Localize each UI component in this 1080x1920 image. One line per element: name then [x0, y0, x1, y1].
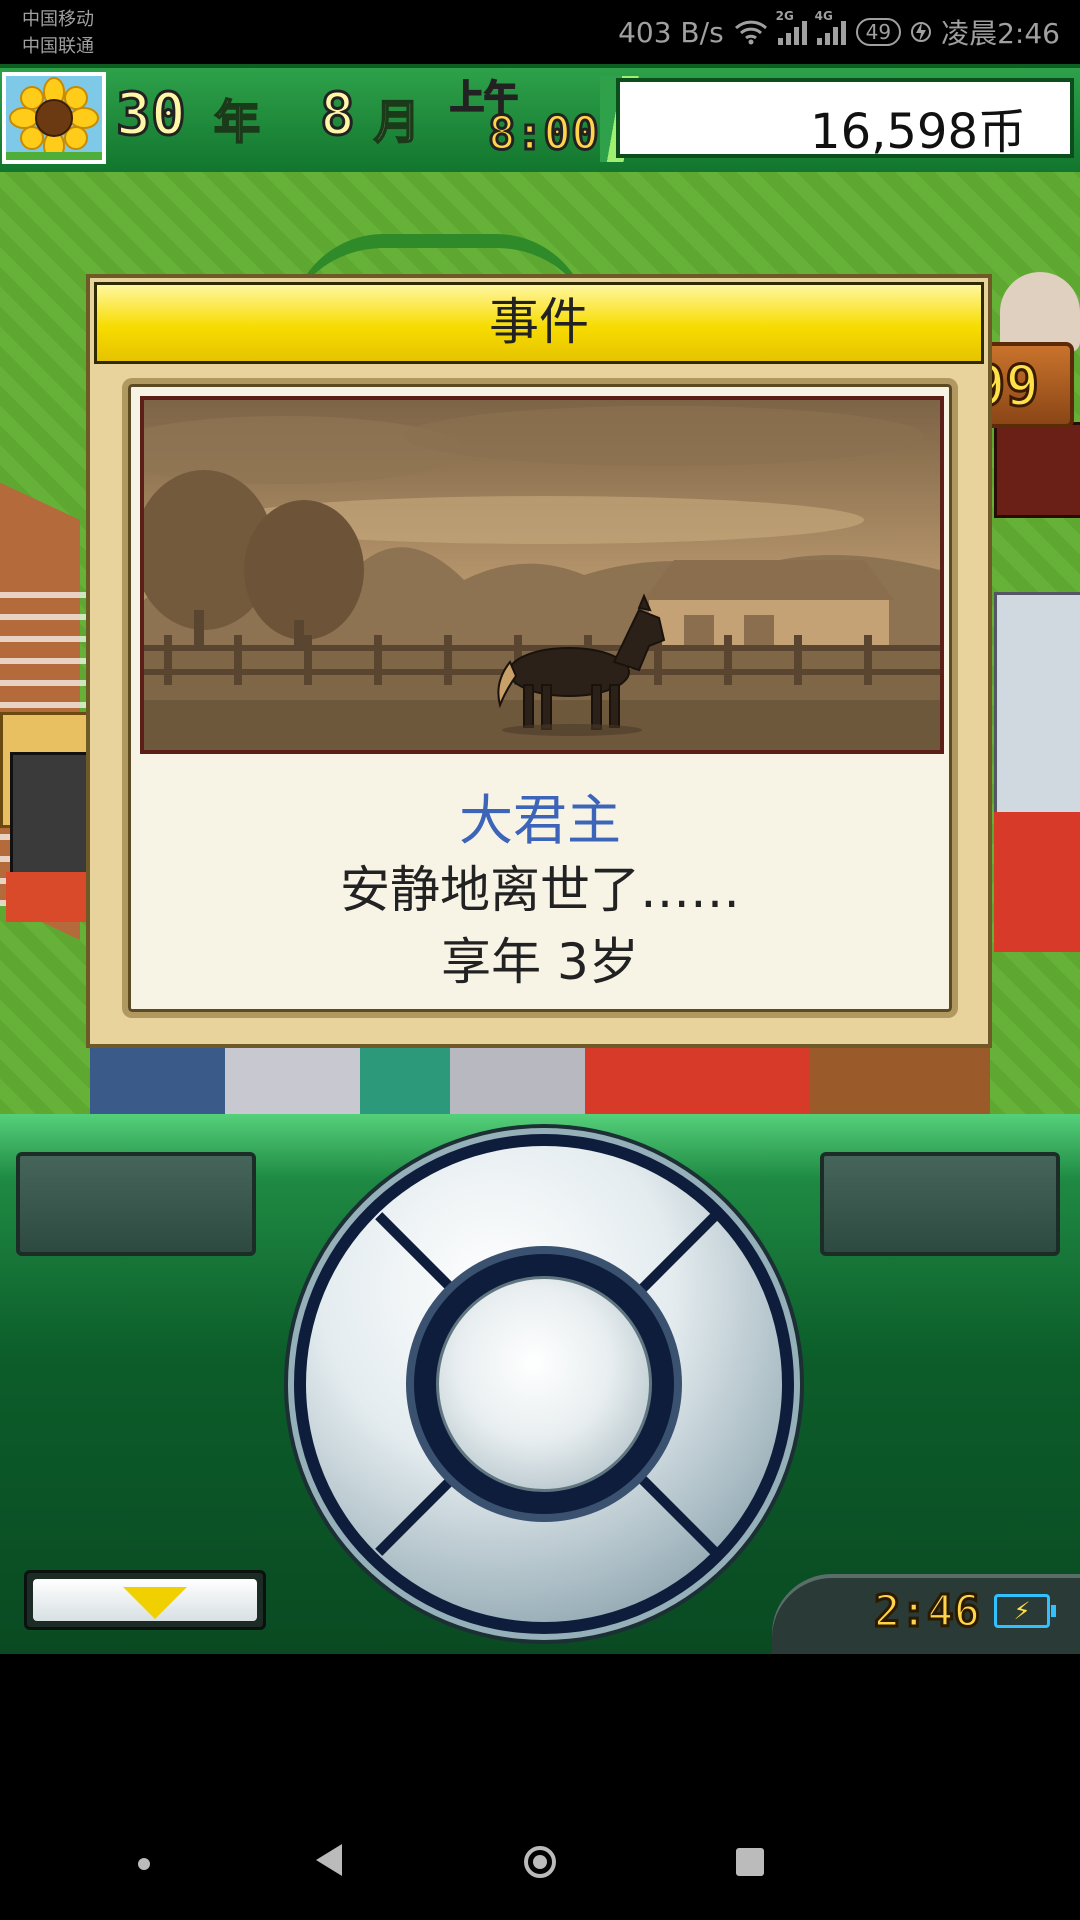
game-header: 30 年 8 月 上午 8:00 16,598币 [0, 64, 1080, 176]
left-soft-button[interactable] [16, 1152, 256, 1256]
menu-toggle-button[interactable] [24, 1570, 266, 1630]
recent-apps-icon[interactable] [736, 1848, 764, 1876]
event-message-line-2: 享年 3岁 [441, 933, 639, 991]
horse-name: 大君主 [459, 789, 621, 852]
device-clock: 2:46 [873, 1585, 982, 1639]
directional-pad[interactable] [294, 1134, 794, 1634]
year-value: 30 [115, 79, 188, 150]
carrier-labels: 中国移动 中国联通 [22, 6, 94, 60]
money-display: 16,598币 [616, 78, 1074, 160]
sepia-horse-illustration [140, 396, 944, 754]
signal-icon-sim1: 2G [776, 9, 807, 45]
jockey-rider [994, 422, 1080, 518]
event-dialog[interactable]: 事件 大君主 安静地离世了…… 享年 3岁 [86, 274, 992, 1048]
sim1-type: 2G [775, 9, 794, 23]
game-time: 8:00 [487, 105, 601, 162]
nav-dot-icon[interactable] [138, 1858, 150, 1870]
wifi-icon [734, 20, 767, 45]
dialog-content: 大君主 安静地离世了…… 享年 3岁 [122, 378, 958, 1018]
battery-indicator: 49 [855, 18, 902, 46]
dpad-hub [414, 1254, 674, 1514]
dpad-center-button[interactable] [436, 1276, 652, 1492]
right-soft-button[interactable] [820, 1152, 1060, 1256]
red-benches [6, 872, 86, 922]
sunflower-season-icon[interactable] [2, 72, 106, 164]
status-right: 403 B/s 2G 4G 49 凌晨2:46 [618, 9, 1060, 52]
year-unit: 年 [213, 94, 261, 150]
town-strip [90, 1048, 990, 1118]
status-bar: 中国移动 中国联通 403 B/s 2G 4G 49 凌晨2:46 [0, 0, 1080, 64]
signal-icon-sim2: 4G [815, 9, 846, 45]
carrier-1: 中国移动 [22, 9, 94, 30]
virtual-controller: 2:46 ⚡ [0, 1114, 1080, 1654]
system-nav-bar [0, 1654, 1080, 1920]
menu-button-face [33, 1579, 257, 1621]
sim2-type: 4G [814, 9, 833, 23]
carrier-2: 中国联通 [22, 36, 94, 57]
event-message-line-1: 安静地离世了…… [340, 861, 740, 919]
charging-icon [911, 22, 932, 42]
network-speed: 403 B/s [618, 15, 724, 49]
money-value: 16,598币 [810, 104, 1026, 160]
month-unit: 月 [373, 94, 421, 150]
dialog-title: 事件 [94, 282, 984, 364]
red-roof-right [994, 812, 1080, 952]
status-clock: 凌晨2:46 [941, 17, 1060, 50]
battery-charging-icon: ⚡ [994, 1594, 1056, 1628]
home-icon[interactable] [524, 1846, 556, 1878]
down-arrow-icon [123, 1587, 187, 1619]
back-icon[interactable] [316, 1844, 342, 1876]
building-right [994, 592, 1080, 818]
scoreboard [10, 752, 96, 878]
jockey-hat [1000, 272, 1080, 352]
device-clock-panel: 2:46 ⚡ [772, 1574, 1080, 1654]
month-value: 8 [319, 79, 357, 150]
